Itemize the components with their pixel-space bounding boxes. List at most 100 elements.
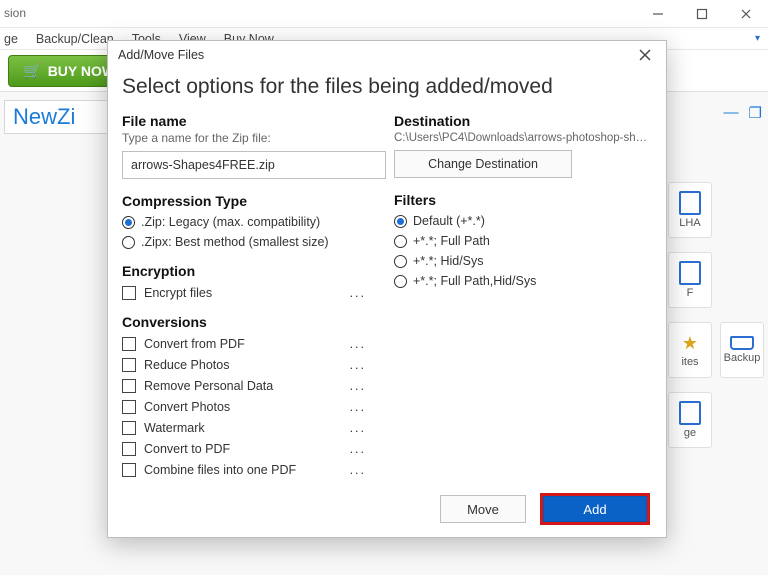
destination-path: C:\Users\PC4\Downloads\arrows-photoshop-…	[394, 132, 652, 144]
checkbox-icon	[122, 337, 136, 351]
conversion-label: Reduce Photos	[144, 358, 229, 372]
destination-title: Destination	[394, 113, 652, 129]
side-tile-label: ge	[684, 427, 696, 439]
star-icon: ★	[682, 333, 698, 354]
filter-fullpath-hidsys-option[interactable]: +*.*; Full Path,Hid/Sys	[394, 274, 652, 288]
dialog-right-column: Destination C:\Users\PC4\Downloads\arrow…	[394, 111, 652, 471]
dialog-heading: Select options for the files being added…	[108, 69, 666, 111]
checkbox-icon	[122, 286, 136, 300]
dialog-titlebar: Add/Move Files	[108, 41, 666, 69]
side-tile-label: LHA	[679, 217, 700, 229]
side-tile-label: F	[687, 287, 694, 299]
conversion-label: Watermark	[144, 421, 205, 435]
menu-item[interactable]: ge	[4, 32, 18, 46]
side-tile-label: ites	[681, 356, 698, 368]
menu-item[interactable]: Backup/Clean	[36, 32, 114, 46]
side-tile-favorites[interactable]: ★ ites	[668, 322, 712, 378]
filter-label: +*.*; Full Path,Hid/Sys	[413, 274, 536, 288]
conversion-option[interactable]: Convert to PDF ...	[122, 442, 376, 456]
dialog-title: Add/Move Files	[118, 48, 204, 62]
side-tile-image[interactable]: ge	[668, 392, 712, 448]
conversion-option[interactable]: Reduce Photos ...	[122, 358, 376, 372]
conversions-title: Conversions	[122, 314, 376, 330]
bg-document-name: NewZi	[13, 104, 75, 130]
compression-zipx-label: .Zipx: Best method (smallest size)	[141, 235, 329, 249]
compression-title: Compression Type	[122, 193, 376, 209]
bg-maximize-button[interactable]	[680, 0, 724, 28]
bg-close-button[interactable]	[724, 0, 768, 28]
filename-input[interactable]	[122, 151, 386, 179]
archive-icon	[679, 191, 701, 215]
conversion-more-button[interactable]: ...	[350, 379, 366, 393]
conversion-label: Remove Personal Data	[144, 379, 273, 393]
radio-icon	[394, 275, 407, 288]
filename-title: File name	[122, 113, 376, 129]
encryption-title: Encryption	[122, 263, 376, 279]
side-tile-label: Backup	[724, 352, 761, 364]
filter-fullpath-option[interactable]: +*.*; Full Path	[394, 234, 652, 248]
checkbox-icon	[122, 379, 136, 393]
conversion-option[interactable]: Watermark ...	[122, 421, 376, 435]
radio-icon	[122, 236, 135, 249]
conversion-more-button[interactable]: ...	[350, 358, 366, 372]
bg-window-title: sion	[4, 6, 26, 20]
conversion-option[interactable]: Convert from PDF ...	[122, 337, 376, 351]
radio-selected-icon	[394, 215, 407, 228]
change-destination-button[interactable]: Change Destination	[394, 150, 572, 178]
checkbox-icon	[122, 463, 136, 477]
conversion-option[interactable]: Combine files into one PDF ...	[122, 463, 376, 477]
checkbox-icon	[122, 400, 136, 414]
bg-doc-minimize-icon[interactable]: —	[724, 104, 739, 122]
dialog-footer: Move Add	[108, 481, 666, 537]
conversion-more-button[interactable]: ...	[350, 337, 366, 351]
filter-label: +*.*; Full Path	[413, 234, 490, 248]
side-tile-lha[interactable]: LHA	[668, 182, 712, 238]
checkbox-icon	[122, 421, 136, 435]
checkbox-icon	[122, 442, 136, 456]
move-button[interactable]: Move	[440, 495, 526, 523]
dialog-left-column: File name Type a name for the Zip file: …	[122, 111, 376, 471]
bg-doc-restore-icon[interactable]: ❐	[749, 104, 762, 122]
conversion-more-button[interactable]: ...	[350, 400, 366, 414]
compression-zip-option[interactable]: .Zip: Legacy (max. compatibility)	[122, 215, 376, 229]
filter-label: +*.*; Hid/Sys	[413, 254, 484, 268]
cart-icon: 🛒	[23, 62, 42, 80]
conversion-more-button[interactable]: ...	[350, 463, 366, 477]
filter-hidsys-option[interactable]: +*.*; Hid/Sys	[394, 254, 652, 268]
bg-minimize-button[interactable]	[636, 0, 680, 28]
side-tile-f[interactable]: F	[668, 252, 712, 308]
radio-icon	[394, 255, 407, 268]
conversion-label: Convert from PDF	[144, 337, 245, 351]
conversion-option[interactable]: Remove Personal Data ...	[122, 379, 376, 393]
filters-title: Filters	[394, 192, 652, 208]
conversion-more-button[interactable]: ...	[350, 442, 366, 456]
buy-now-label: BUY NOW	[48, 63, 115, 79]
add-move-files-dialog: Add/Move Files Select options for the fi…	[107, 40, 667, 538]
conversion-option[interactable]: Convert Photos ...	[122, 400, 376, 414]
conversion-label: Convert Photos	[144, 400, 230, 414]
add-button-highlight: Add	[540, 493, 650, 525]
encrypt-files-label: Encrypt files	[144, 286, 212, 300]
chevron-down-icon[interactable]: ▾	[755, 33, 760, 44]
conversion-more-button[interactable]: ...	[350, 421, 366, 435]
dialog-close-button[interactable]	[634, 44, 656, 66]
filter-default-option[interactable]: Default (+*.*)	[394, 214, 652, 228]
compression-zipx-option[interactable]: .Zipx: Best method (smallest size)	[122, 235, 376, 249]
radio-selected-icon	[122, 216, 135, 229]
filter-label: Default (+*.*)	[413, 214, 485, 228]
add-button[interactable]: Add	[543, 496, 647, 522]
encrypt-more-button[interactable]: ...	[350, 286, 366, 300]
checkbox-icon	[122, 358, 136, 372]
image-icon	[679, 401, 701, 425]
side-tile-backup[interactable]: Backup	[720, 322, 764, 378]
conversion-label: Convert to PDF	[144, 442, 230, 456]
encrypt-files-option[interactable]: Encrypt files ...	[122, 286, 376, 300]
bg-document-tab[interactable]: NewZi	[4, 100, 114, 134]
bg-window-titlebar: sion	[0, 0, 768, 28]
bg-document-controls: — ❐	[724, 104, 762, 122]
drive-icon	[730, 336, 754, 350]
radio-icon	[394, 235, 407, 248]
compression-zip-label: .Zip: Legacy (max. compatibility)	[141, 215, 320, 229]
conversion-label: Combine files into one PDF	[144, 463, 296, 477]
side-tools-column: LHA F ★ ites Backup ge	[668, 182, 764, 448]
